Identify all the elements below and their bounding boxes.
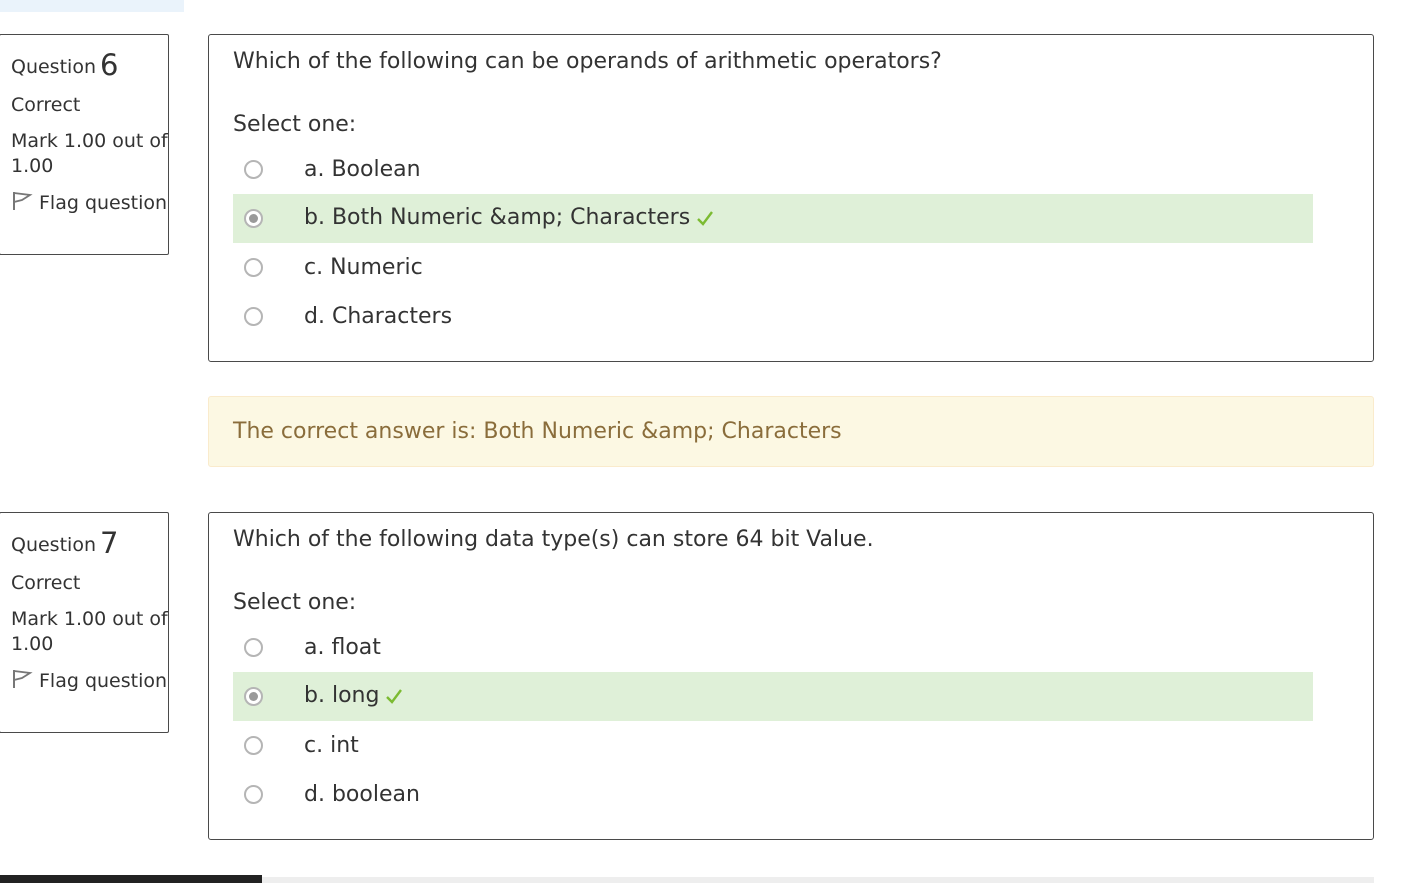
answer-label: c. int (304, 733, 359, 758)
answer-option-d[interactable]: d. boolean (233, 770, 1313, 819)
question-6-content: Which of the following can be operands o… (208, 34, 1374, 362)
answer-option-c[interactable]: c. int (233, 721, 1313, 770)
question-text: Which of the following data type(s) can … (233, 527, 874, 552)
question-number: Question 7 (11, 526, 119, 560)
question-text: Which of the following can be operands o… (233, 49, 942, 74)
answer-label: b. Both Numeric &amp; Characters (304, 205, 714, 233)
answer-options: a. Boolean b. Both Numeric &amp; Charact… (233, 145, 1313, 341)
answer-options: a. float b. long c. int d. boolean (233, 623, 1313, 819)
radio-button-selected[interactable] (244, 687, 263, 706)
next-panel-edge (262, 877, 1374, 883)
select-one-prompt: Select one: (233, 590, 357, 615)
question-7-content: Which of the following data type(s) can … (208, 512, 1374, 840)
answer-option-a[interactable]: a. Boolean (233, 145, 1313, 194)
flag-question-button[interactable]: Flag question (11, 191, 168, 218)
question-grade: Mark 1.00 out of 1.00 (11, 608, 168, 656)
question-7-info: Question 7 Correct Mark 1.00 out of 1.00 … (0, 512, 169, 733)
radio-button[interactable] (244, 736, 263, 755)
answer-option-b[interactable]: b. Both Numeric &amp; Characters (233, 194, 1313, 243)
check-icon (696, 208, 714, 233)
radio-button[interactable] (244, 160, 263, 179)
correct-answer-feedback: The correct answer is: Both Numeric &amp… (208, 396, 1374, 467)
question-6-info: Question 6 Correct Mark 1.00 out of 1.00 … (0, 34, 169, 255)
answer-label: c. Numeric (304, 255, 423, 280)
question-state: Correct (11, 93, 81, 116)
select-one-prompt: Select one: (233, 112, 357, 137)
answer-label: d. boolean (304, 782, 420, 807)
radio-button[interactable] (244, 258, 263, 277)
browser-status-bar (0, 875, 262, 883)
answer-option-a[interactable]: a. float (233, 623, 1313, 672)
radio-button[interactable] (244, 307, 263, 326)
answer-option-c[interactable]: c. Numeric (233, 243, 1313, 292)
top-strip (0, 0, 184, 12)
radio-button[interactable] (244, 638, 263, 657)
answer-label: d. Characters (304, 304, 453, 329)
check-icon (385, 686, 403, 711)
flag-icon (11, 669, 33, 696)
answer-label: a. Boolean (304, 157, 421, 182)
answer-option-d[interactable]: d. Characters (233, 292, 1313, 341)
radio-button-selected[interactable] (244, 209, 263, 228)
flag-icon (11, 191, 33, 218)
answer-label: a. float (304, 635, 381, 660)
answer-option-b[interactable]: b. long (233, 672, 1313, 721)
question-grade: Mark 1.00 out of 1.00 (11, 130, 168, 178)
question-number: Question 6 (11, 48, 119, 82)
flag-question-button[interactable]: Flag question (11, 669, 168, 696)
question-state: Correct (11, 571, 81, 594)
answer-label: b. long (304, 683, 403, 711)
radio-button[interactable] (244, 785, 263, 804)
